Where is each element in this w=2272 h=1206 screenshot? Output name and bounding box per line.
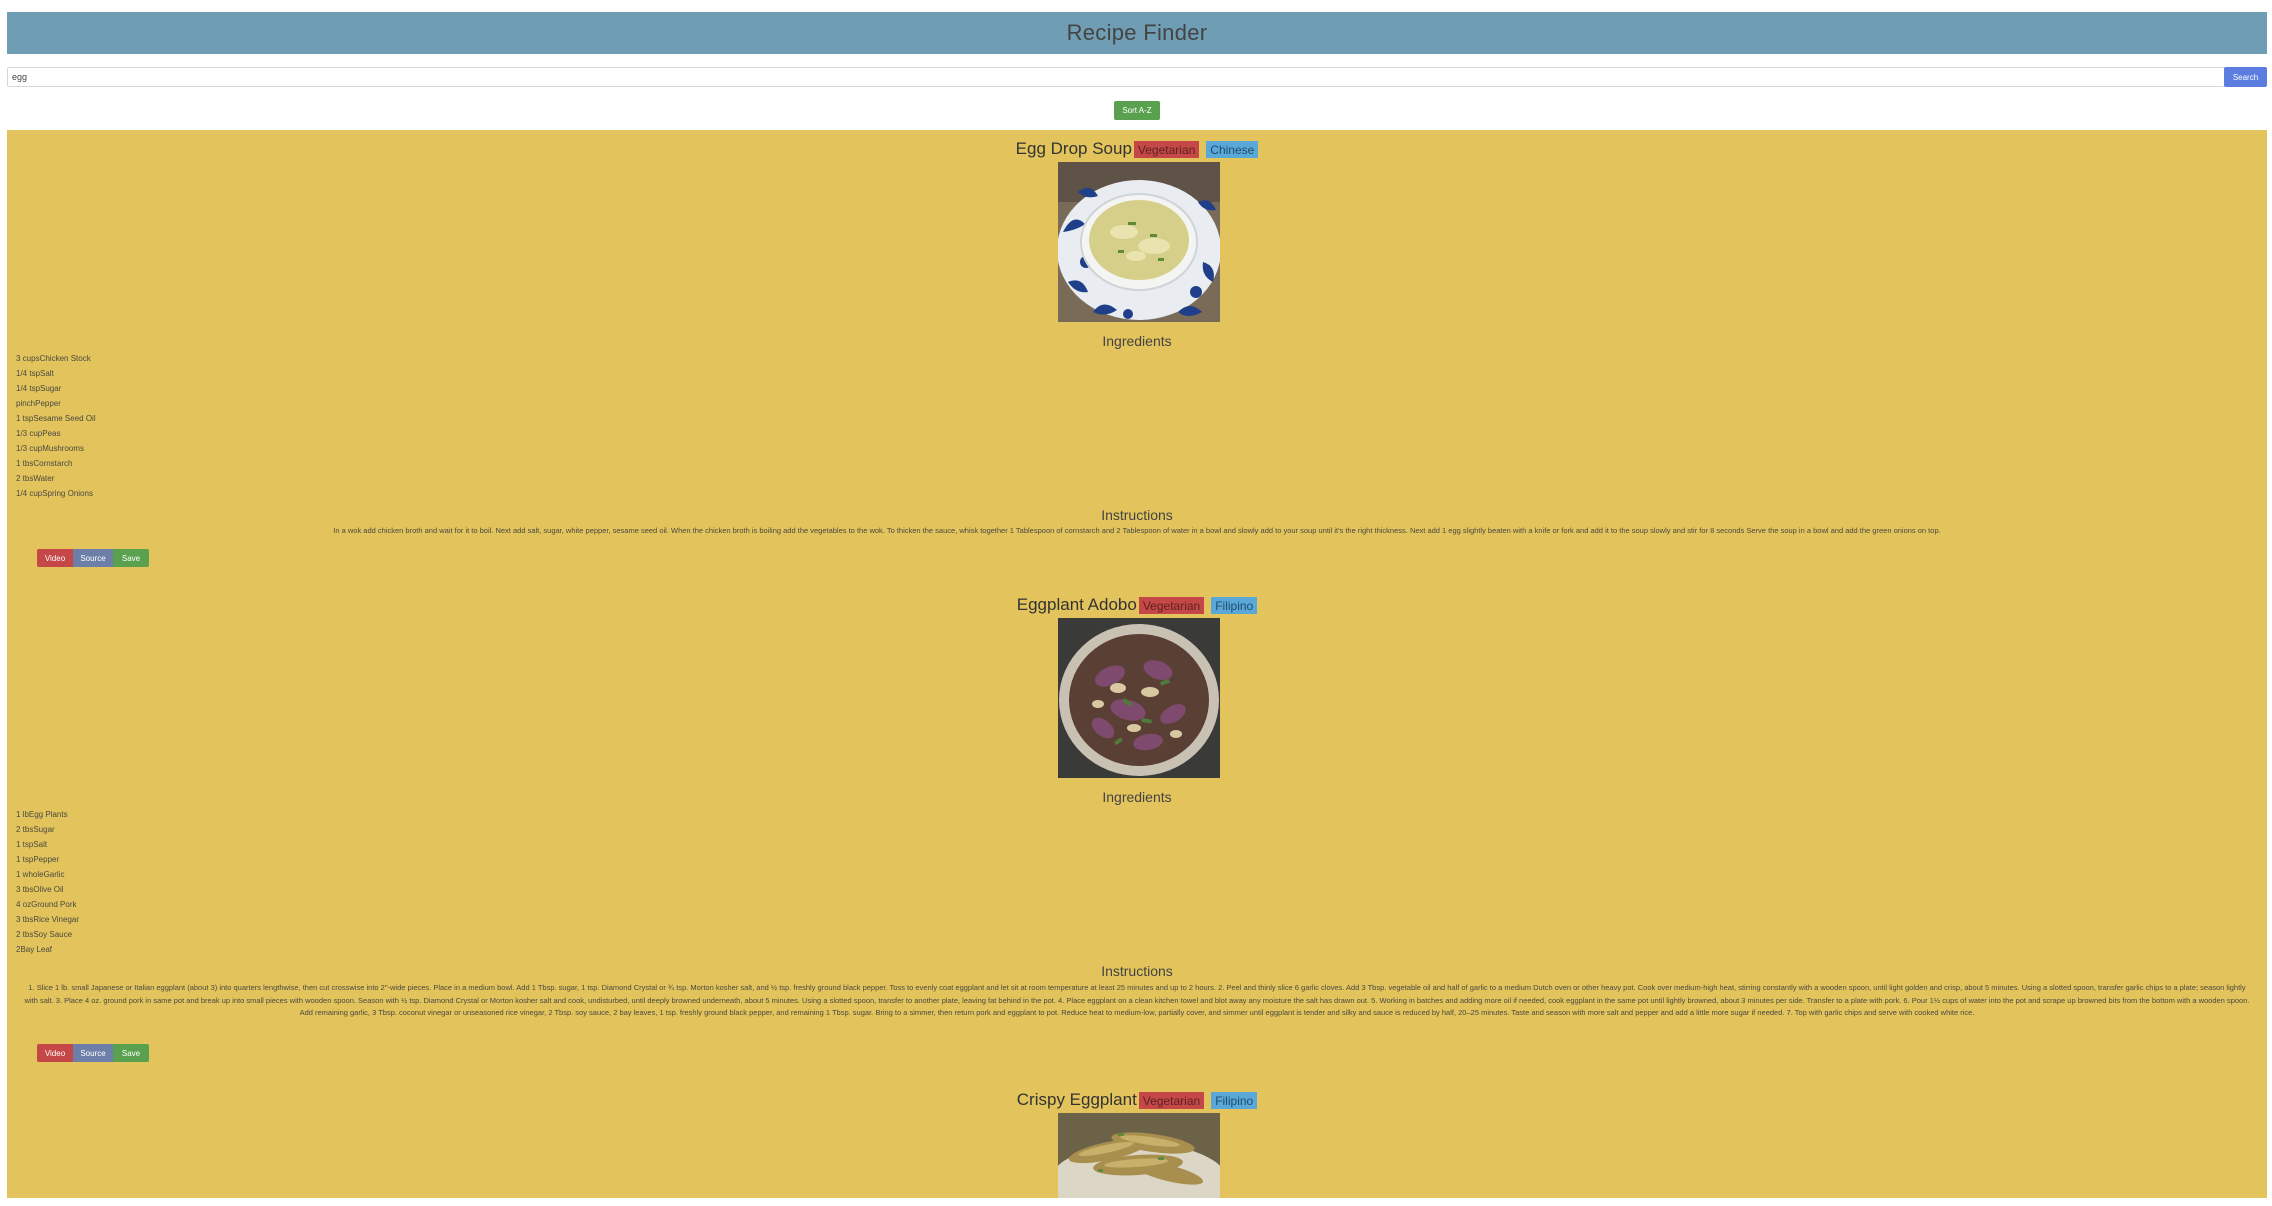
eggplant-adobo-photo — [1058, 618, 1220, 778]
sort-az-button[interactable]: Sort A-Z — [1114, 101, 1160, 120]
recipe-title: Eggplant Adobo — [1016, 595, 1137, 614]
ingredients-list: 1 lbEgg Plants 2 tbsSugar 1 tspSalt 1 ts… — [16, 807, 79, 957]
ingredient-item: 3 cupsChicken Stock — [16, 354, 91, 363]
ingredient-item: 1 tspSalt — [16, 840, 48, 849]
recipe-card-header: Egg Drop Soup Vegetarian Chinese — [7, 139, 2267, 159]
page-title: Recipe Finder — [1066, 20, 1208, 45]
crispy-eggplant-photo — [1058, 1113, 1220, 1198]
instructions-text: 1. Slice 1 lb. small Japanese or Italian… — [24, 983, 2250, 1017]
ingredient-item: 2 tbsSugar — [16, 825, 55, 834]
save-button[interactable]: Save — [113, 1044, 149, 1062]
ingredient-item: 1 tbsCornstarch — [16, 459, 73, 468]
ingredient-item: 1/4 cupSpring Onions — [16, 489, 93, 498]
recipe-card-header: Eggplant Adobo Vegetarian Filipino — [7, 595, 2267, 615]
diet-tag: Vegetarian — [1133, 140, 1200, 158]
recipe-title: Crispy Eggplant — [1016, 1090, 1137, 1109]
ingredient-item: 4 ozGround Pork — [16, 900, 77, 909]
recipe-card-header: Crispy Eggplant Vegetarian Filipino — [7, 1090, 2267, 1110]
cuisine-tag: Filipino — [1211, 596, 1258, 614]
ingredient-item: 1/4 tspSugar — [16, 384, 62, 393]
cuisine-tag: Filipino — [1211, 1091, 1258, 1109]
recipe-actions: Video Source Save — [37, 1044, 149, 1062]
instructions-heading: Instructions — [1101, 963, 1173, 979]
ingredients-heading: Ingredients — [1102, 333, 1172, 349]
diet-tag: Vegetarian — [1138, 596, 1205, 614]
save-button[interactable]: Save — [113, 549, 149, 567]
ingredient-item: 1 lbEgg Plants — [16, 810, 68, 819]
ingredient-item: 1 wholeGarlic — [16, 870, 65, 879]
ingredient-item: 2 tbsSoy Sauce — [16, 930, 73, 939]
video-button[interactable]: Video — [37, 1044, 73, 1062]
egg-drop-soup-photo — [1058, 162, 1220, 322]
search-input[interactable] — [7, 67, 2225, 87]
ingredients-list: 3 cupsChicken Stock 1/4 tspSalt 1/4 tspS… — [16, 351, 96, 501]
instructions-heading: Instructions — [1101, 507, 1173, 523]
ingredient-item: 2 tbsWater — [16, 474, 55, 483]
ingredient-item: 1/4 tspSalt — [16, 369, 54, 378]
source-button[interactable]: Source — [73, 1044, 113, 1062]
recipe-results: Egg Drop Soup Vegetarian Chinese Ingredi… — [7, 130, 2267, 1198]
search-bar: Search — [7, 67, 2267, 87]
app-header: Recipe Finder — [7, 12, 2267, 54]
ingredient-item: pinchPepper — [16, 399, 61, 408]
video-button[interactable]: Video — [37, 549, 73, 567]
ingredient-item: 3 tbsOlive Oil — [16, 885, 64, 894]
ingredient-item: 2Bay Leaf — [16, 945, 53, 954]
search-button[interactable]: Search — [2224, 67, 2267, 87]
recipe-title: Egg Drop Soup — [1015, 139, 1132, 158]
ingredient-item: 1/3 cupPeas — [16, 429, 61, 438]
cuisine-tag: Chinese — [1206, 140, 1259, 158]
ingredient-item: 3 tbsRice Vinegar — [16, 915, 79, 924]
source-button[interactable]: Source — [73, 549, 113, 567]
ingredient-item: 1 tspSesame Seed Oil — [16, 414, 96, 423]
ingredient-item: 1 tspPepper — [16, 855, 60, 864]
ingredient-item: 1/3 cupMushrooms — [16, 444, 85, 453]
instructions-text: In a wok add chicken broth and wait for … — [333, 526, 1941, 535]
diet-tag: Vegetarian — [1138, 1091, 1205, 1109]
ingredients-heading: Ingredients — [1102, 789, 1172, 805]
recipe-actions: Video Source Save — [37, 549, 149, 567]
